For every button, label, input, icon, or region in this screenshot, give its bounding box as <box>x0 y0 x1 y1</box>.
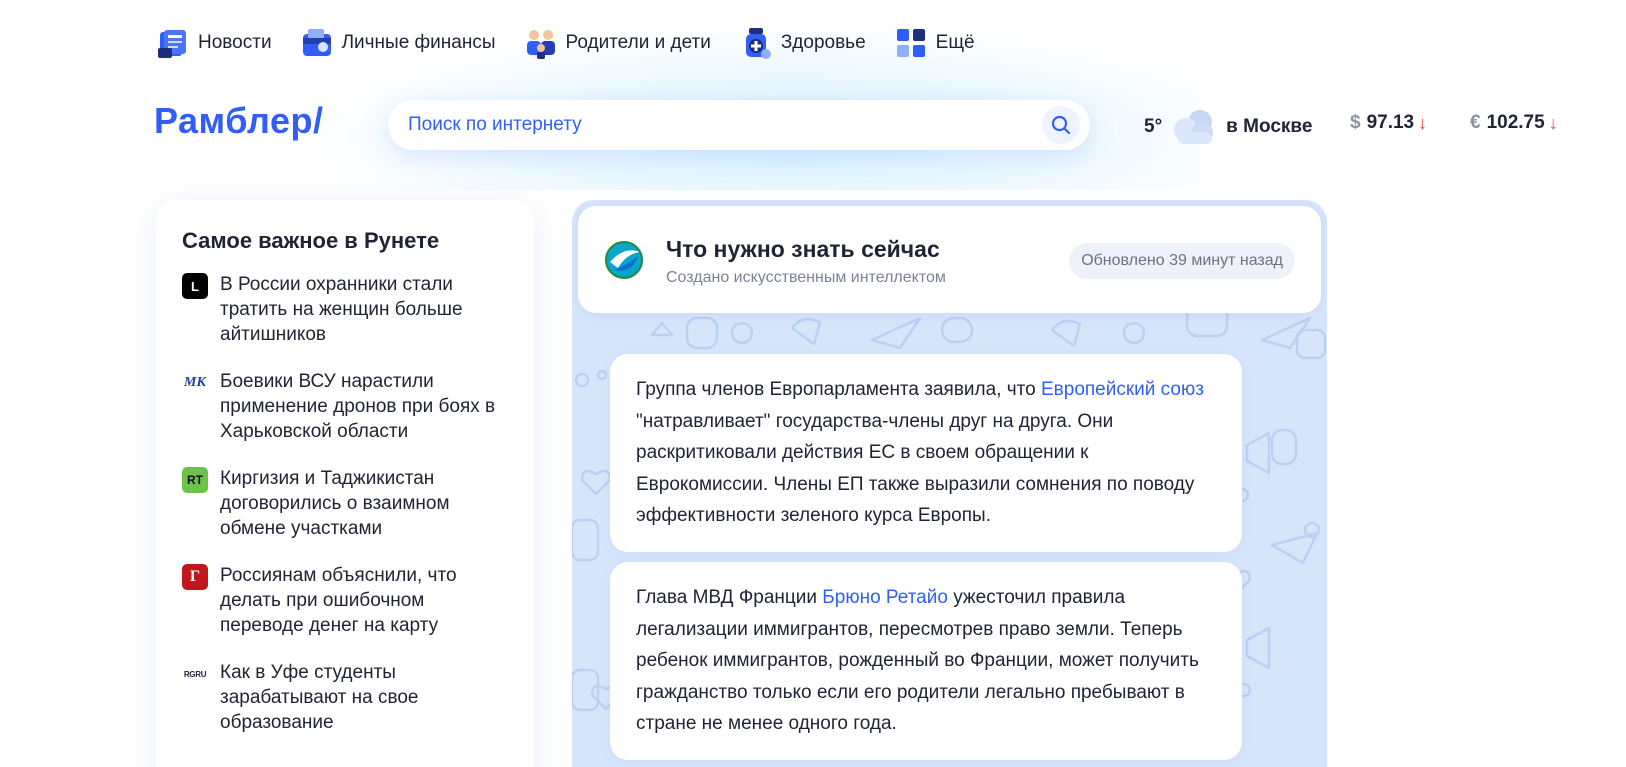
entity-link[interactable]: Брюно Ретайо <box>822 587 948 608</box>
dollar-icon: $ <box>1350 112 1361 133</box>
entity-link[interactable]: Европейский союз <box>1041 379 1204 400</box>
rambler-logo[interactable]: Рамблер/ <box>154 100 323 142</box>
nav-item-news[interactable]: Новости <box>156 26 272 60</box>
source-logo-icon: МК <box>182 370 208 396</box>
nav-item-label: Здоровье <box>780 32 866 53</box>
digest-text: ужесточил правила легализации иммигранто… <box>636 587 1199 734</box>
euro-icon: € <box>1470 112 1481 133</box>
digest-text: Группа членов Европарламента заявила, чт… <box>636 379 1041 400</box>
nav-item-family[interactable]: Родители и дети <box>524 26 711 60</box>
nav-item-more[interactable]: Ещё <box>894 26 975 60</box>
usd-value: 97.13 <box>1366 112 1415 133</box>
wallet-icon <box>300 26 334 60</box>
nav-item-label: Новости <box>198 32 272 53</box>
search-icon <box>1051 115 1071 135</box>
updated-badge: Обновлено 39 минут назад <box>1069 243 1295 279</box>
search-bar[interactable]: Поиск по интернету <box>388 100 1090 150</box>
grid-icon <box>894 26 928 60</box>
eur-value: 102.75 <box>1486 112 1545 133</box>
news-item-text: Россиянам объяснили, что делать при ошиб… <box>220 565 457 636</box>
news-item-text: В России охранники стали тратить на женщ… <box>220 274 463 345</box>
digest-text: Глава МВД Франции <box>636 587 823 608</box>
source-logo-icon: RGRU <box>182 661 208 687</box>
news-item[interactable]: МК Боевики ВСУ нарастили применение дрон… <box>182 369 508 444</box>
weather-city: в Москве <box>1226 116 1313 137</box>
ai-digest-title: Что нужно знать сейчас <box>666 236 940 262</box>
arrow-down-icon: ↓ <box>1548 112 1558 133</box>
nav-item-label: Ещё <box>935 32 975 53</box>
eur-rate[interactable]: € 102.75 ↓ <box>1470 112 1558 134</box>
search-button[interactable] <box>1042 106 1080 144</box>
usd-rate[interactable]: $ 97.13 ↓ <box>1350 112 1427 134</box>
nav-item-label: Родители и дети <box>565 32 711 53</box>
news-item[interactable]: L В России охранники стали тратить на же… <box>182 272 508 347</box>
top-news-title: Самое важное в Рунете <box>182 228 440 253</box>
news-item-text: Как в Уфе студенты зарабатывают на свое … <box>220 662 419 733</box>
newspaper-icon <box>156 26 190 60</box>
weather-widget[interactable]: 5° в Москве <box>1144 108 1312 146</box>
news-item[interactable]: RGRU Как в Уфе студенты зарабатывают на … <box>182 660 508 735</box>
cloud-icon <box>1168 108 1220 146</box>
digest-bubble: Группа членов Европарламента заявила, чт… <box>610 354 1242 552</box>
arrow-down-icon: ↓ <box>1418 112 1428 133</box>
ai-logo-icon <box>604 240 644 280</box>
weather-temp: 5° <box>1144 116 1163 137</box>
ai-digest-header: Что нужно знать сейчас Создано искусстве… <box>578 206 1321 313</box>
top-nav: Новости Личные финансы Родители и дети З… <box>156 22 1003 64</box>
news-item-text: Боевики ВСУ нарастили применение дронов … <box>220 371 496 442</box>
source-logo-icon: L <box>182 273 208 299</box>
digest-bubble: Глава МВД Франции Брюно Ретайо ужесточил… <box>610 562 1242 760</box>
medicine-icon <box>739 26 773 60</box>
nav-item-finance[interactable]: Личные финансы <box>300 26 496 60</box>
nav-item-health[interactable]: Здоровье <box>739 26 866 60</box>
news-item[interactable]: RT Киргизия и Таджикистан договорились о… <box>182 466 508 541</box>
source-logo-icon: Г <box>182 564 208 590</box>
news-item-text: Киргизия и Таджикистан договорились о вз… <box>220 468 450 539</box>
family-icon <box>524 26 558 60</box>
news-item[interactable]: Г Россиянам объяснили, что делать при ош… <box>182 563 508 638</box>
nav-item-label: Личные финансы <box>341 32 496 53</box>
digest-text: "натравливает" государства-члены друг на… <box>636 410 1195 527</box>
ai-digest-panel: Что нужно знать сейчас Создано искусстве… <box>572 200 1327 767</box>
top-news-card: Самое важное в Рунете L В России охранни… <box>156 200 534 767</box>
search-input[interactable]: Поиск по интернету <box>408 114 1042 136</box>
source-logo-icon: RT <box>182 467 208 493</box>
ai-digest-subtitle: Создано искусственным интеллектом <box>666 269 946 286</box>
